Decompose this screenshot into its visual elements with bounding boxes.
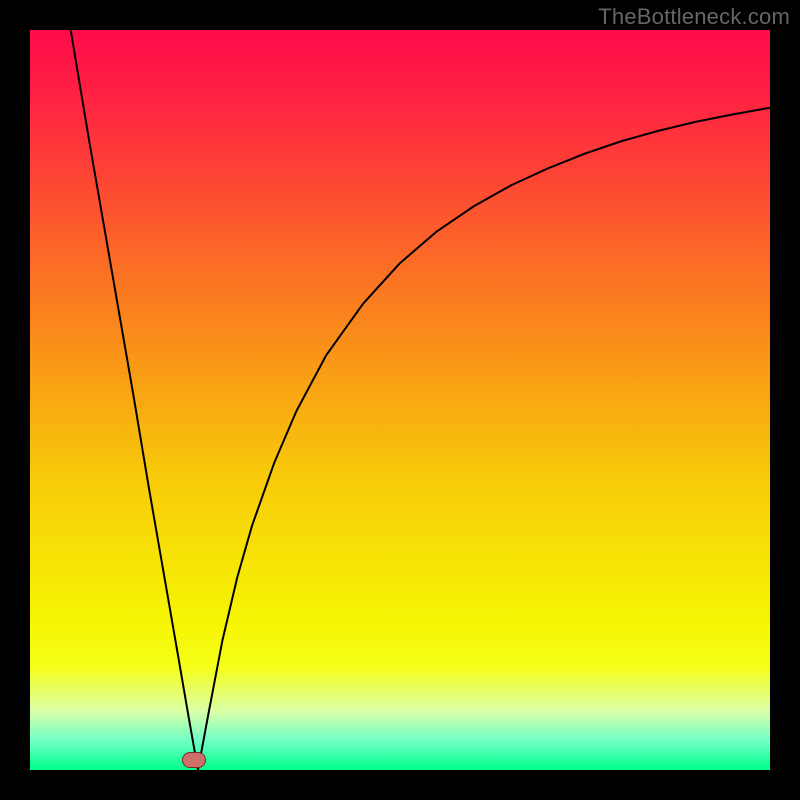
watermark-text: TheBottleneck.com <box>598 4 790 30</box>
curve-layer <box>30 30 770 770</box>
bottleneck-curve <box>71 30 770 770</box>
chart-frame: TheBottleneck.com <box>0 0 800 800</box>
plot-area <box>30 30 770 770</box>
optimum-marker <box>182 752 206 768</box>
